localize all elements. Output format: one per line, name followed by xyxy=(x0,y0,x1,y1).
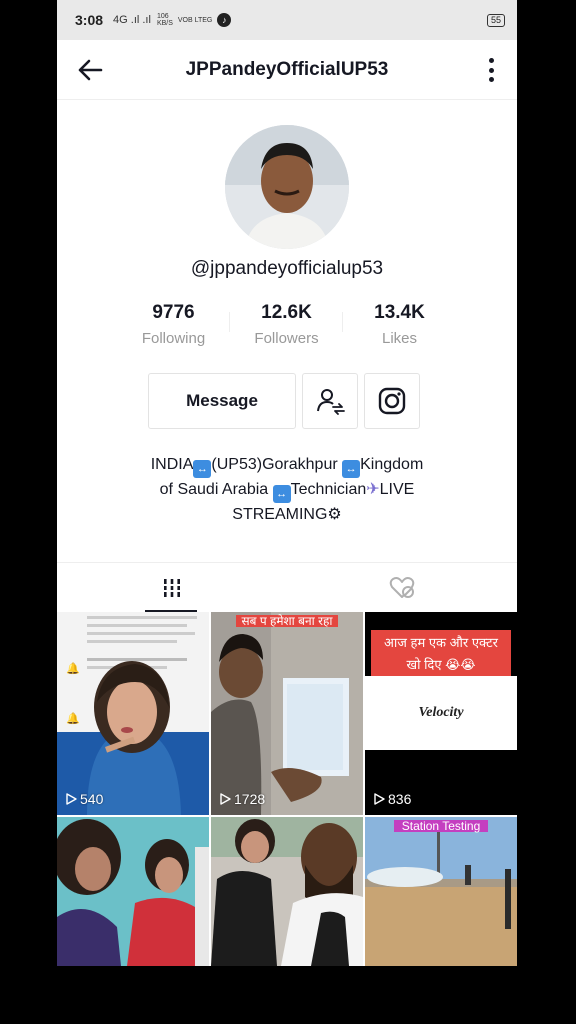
bio-line: STREAMING⚙ xyxy=(117,503,457,527)
instagram-icon xyxy=(378,387,406,415)
stat-likes[interactable]: 13.4K Likes xyxy=(343,302,456,347)
stat-value: 13.4K xyxy=(374,302,425,323)
video-thumbnail[interactable]: आज हम एक और एक्टर खो दिए 😭😭 Velocity 836 xyxy=(365,612,517,815)
left-right-arrow-icon: ↔ xyxy=(342,460,361,478)
bio-text: (UP53)Gorakhpur xyxy=(211,456,338,473)
left-right-arrow-icon: ↔ xyxy=(193,460,212,478)
view-count: 836 xyxy=(373,791,411,807)
video-thumbnail[interactable] xyxy=(211,817,363,966)
status-time: 3:08 xyxy=(75,12,104,28)
tab-liked[interactable] xyxy=(287,563,517,612)
status-bar: 3:08 4G .ıl .ıl 106 KB/S VOB LTEG ♪ 55 xyxy=(57,0,517,40)
stat-value: 12.6K xyxy=(261,302,312,323)
stat-label: Likes xyxy=(381,330,418,347)
video-thumbnail[interactable]: 🔔 🔔 540 xyxy=(57,612,209,815)
signal-icon: 4G .ıl .ıl xyxy=(113,14,151,26)
bio-text: Kingdom xyxy=(360,456,424,473)
phone-screen: 3:08 4G .ıl .ıl 106 KB/S VOB LTEG ♪ 55 J… xyxy=(57,0,517,966)
video-thumbnail[interactable]: सब प हमेशा बना रहा 1728 xyxy=(211,612,363,815)
liked-videos-icon xyxy=(389,576,415,598)
stat-label: Followers xyxy=(254,330,319,347)
battery-icon: 55 xyxy=(486,13,505,27)
bio-line: of Saudi Arabia ↔ Technician✈LIVE xyxy=(117,478,457,503)
tab-videos[interactable] xyxy=(57,563,287,612)
follow-status-button[interactable] xyxy=(302,373,358,429)
video-thumbnail[interactable]: Station Testing xyxy=(365,817,517,966)
speed-value: 106 xyxy=(156,13,169,20)
bio-text: STREAMING xyxy=(232,506,328,523)
network-type: VOB LTEG xyxy=(177,16,213,24)
video-thumbnail[interactable] xyxy=(57,817,209,966)
bio-text: LIVE xyxy=(379,481,415,498)
left-right-arrow-icon: ↔ xyxy=(272,485,291,503)
play-icon xyxy=(374,793,385,805)
message-button[interactable]: Message xyxy=(148,373,296,429)
stat-label: Following xyxy=(141,330,206,347)
video-caption: आज हम एक और एक्टर खो दिए 😭😭 xyxy=(371,630,511,678)
user-friends-icon xyxy=(317,389,345,415)
videos-grid-icon xyxy=(163,578,181,597)
view-count: 1728 xyxy=(219,791,265,807)
stat-followers[interactable]: 12.6K Followers xyxy=(230,302,343,347)
play-icon xyxy=(220,793,231,805)
tiktok-notification-icon: ♪ xyxy=(217,13,232,27)
stat-value: 9776 xyxy=(152,302,195,323)
speed-unit: KB/S xyxy=(156,20,173,27)
profile-header: JPPandeyOfficialUP53 xyxy=(57,40,517,100)
bio-text: of Saudi Arabia xyxy=(159,481,269,498)
profile-tabs xyxy=(57,562,517,612)
bio-text: Technician xyxy=(290,481,367,498)
view-count-text: 836 xyxy=(388,791,412,807)
gear-icon: ⚙ xyxy=(327,506,342,523)
view-count: 540 xyxy=(65,791,103,807)
satellite-icon: ✈ xyxy=(366,481,380,498)
network-speed: 106 KB/S xyxy=(157,13,173,27)
play-icon xyxy=(66,793,77,805)
view-count-text: 1728 xyxy=(234,791,266,807)
velocity-logo: Velocity xyxy=(418,705,464,720)
profile-stats: 9776 Following 12.6K Followers 13.4K Lik… xyxy=(117,302,457,347)
bio-line: INDIA ↔ (UP53)Gorakhpur ↔ Kingdom xyxy=(117,453,457,478)
view-count-text: 540 xyxy=(80,791,104,807)
arrow-left-icon[interactable] xyxy=(75,55,105,85)
video-caption: सब प हमेशा बना रहा xyxy=(235,615,339,627)
bell-icon: 🔔 xyxy=(66,663,80,675)
instagram-button[interactable] xyxy=(364,373,420,429)
video-caption: Station Testing xyxy=(393,820,489,832)
profile-bio: INDIA ↔ (UP53)Gorakhpur ↔ Kingdom of Saudi … xyxy=(117,453,457,527)
profile-actions: Message xyxy=(148,373,420,429)
profile-handle: @jppandeyofficialup53 xyxy=(190,258,384,279)
bio-text: INDIA xyxy=(150,456,194,473)
stat-following[interactable]: 9776 Following xyxy=(117,302,230,347)
avatar[interactable] xyxy=(225,125,349,249)
video-grid: 🔔 🔔 540 सब प हमेशा बना रहा 1728 आज हम एक… xyxy=(57,612,517,966)
more-vertical-icon[interactable] xyxy=(487,56,495,84)
bell-icon: 🔔 xyxy=(66,713,80,725)
page-title: JPPandeyOfficialUP53 xyxy=(185,58,389,80)
